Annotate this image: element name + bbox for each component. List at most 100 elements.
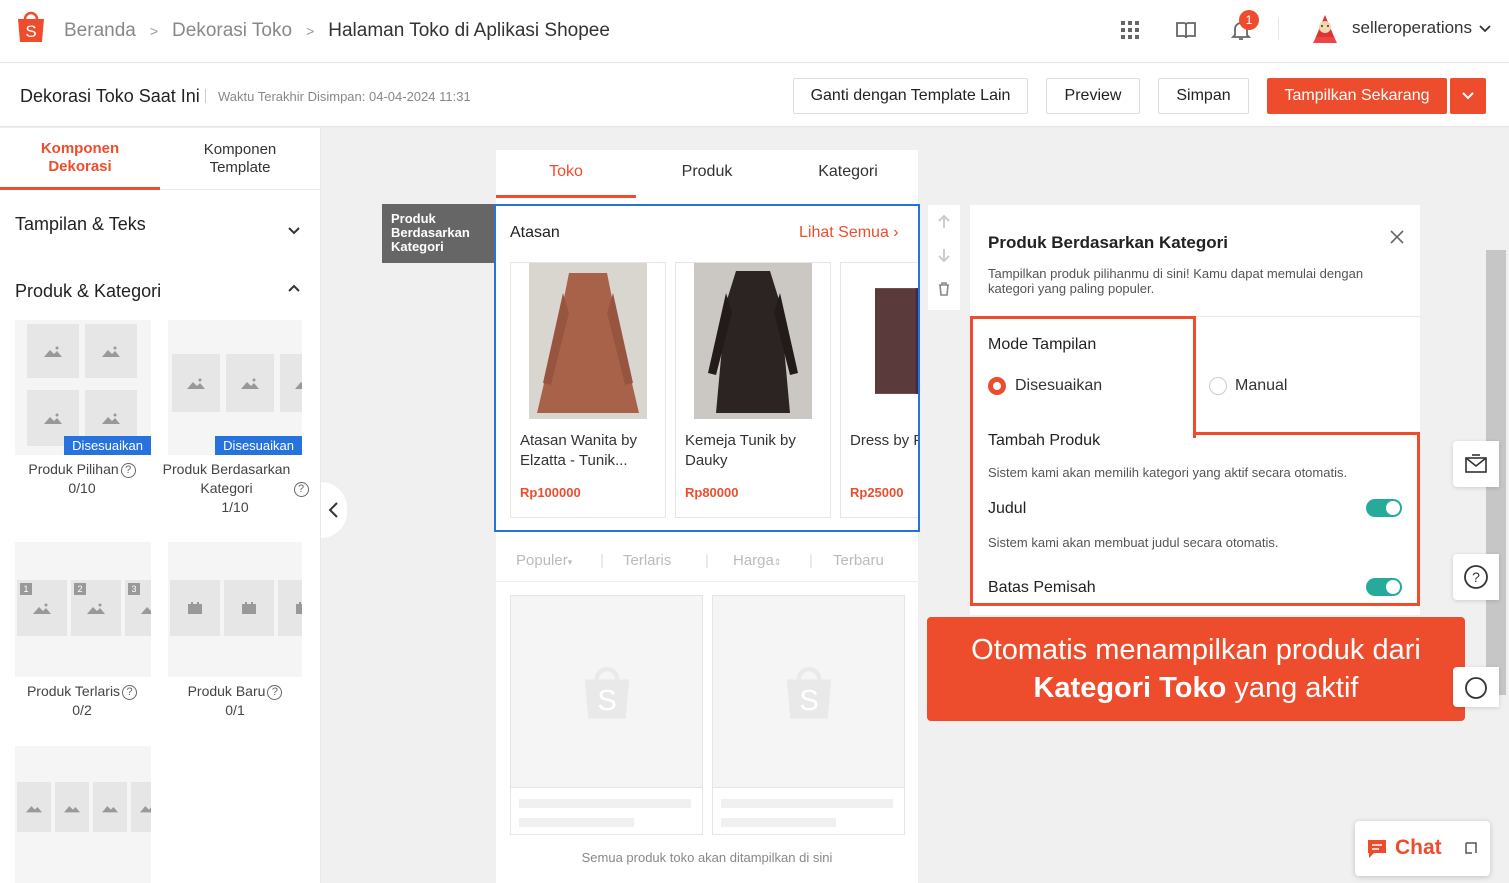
title-desc: Sistem kami akan membuat judul secara ot… xyxy=(988,535,1279,550)
sort-newest[interactable]: Terbaru xyxy=(833,552,884,569)
collapse-panel-button[interactable] xyxy=(321,482,347,538)
svg-text:S: S xyxy=(25,22,36,41)
chevron-down-icon xyxy=(1462,92,1474,100)
component-products-by-category[interactable]: Disesuaikan xyxy=(168,320,302,455)
product-card[interactable]: Atasan Wanita by Elzatta - Tunik... Rp10… xyxy=(510,262,666,518)
section-title: Atasan xyxy=(510,224,560,241)
divider: | xyxy=(705,552,709,569)
radio-manual-label[interactable]: Manual xyxy=(1235,377,1287,395)
callout-rest: yang aktif xyxy=(1234,672,1359,704)
publish-button[interactable]: Tampilkan Sekarang xyxy=(1267,78,1447,114)
publish-dropdown-button[interactable] xyxy=(1450,78,1486,114)
arrow-down-icon[interactable] xyxy=(937,248,951,262)
component-count: 0/2 xyxy=(72,702,92,718)
radio-custom[interactable] xyxy=(988,377,1006,395)
help-icon[interactable]: ? xyxy=(293,481,309,497)
avatar[interactable] xyxy=(1310,13,1340,45)
chat-label: Chat xyxy=(1395,836,1442,859)
save-button[interactable]: Simpan xyxy=(1158,78,1249,114)
close-icon[interactable] xyxy=(1390,230,1404,244)
username[interactable]: selleroperations xyxy=(1352,18,1472,38)
preview-button[interactable]: Preview xyxy=(1046,78,1140,114)
image-placeholder-icon: 1 xyxy=(17,580,67,636)
arrow-up-icon[interactable] xyxy=(937,215,951,229)
divider: | xyxy=(600,552,604,569)
chevron-up-icon[interactable] xyxy=(286,280,302,296)
tab-label: Komponen Template xyxy=(203,140,277,176)
component-controls xyxy=(928,205,960,310)
product-name: Kemeja Tunik by Dauky xyxy=(685,432,796,469)
tab-products[interactable]: Produk xyxy=(637,150,777,198)
product-name: Dress by F 21 xyxy=(850,432,918,449)
selected-component-label: Produk Berdasarkan Kategori xyxy=(382,204,494,263)
title-toggle[interactable] xyxy=(1366,499,1402,517)
see-all-label: Lihat Semua xyxy=(799,224,889,241)
tab-label: Komponen Dekorasi xyxy=(40,139,120,175)
status-badge: Disesuaikan xyxy=(64,436,151,455)
section-products-categories[interactable]: Produk & Kategori xyxy=(15,281,161,302)
sort-label: Harga xyxy=(733,552,774,569)
caret-down-icon: ▾ xyxy=(567,557,573,567)
product-image xyxy=(694,263,812,419)
image-placeholder-icon xyxy=(131,782,151,832)
component-featured-products[interactable]: Disesuaikan xyxy=(15,320,151,455)
sort-filter-bar: Populer▾ | Terlaris | Harga⇕ | Terbaru xyxy=(496,540,918,582)
last-saved-text: Waktu Terakhir Disimpan: 04-04-2024 11:3… xyxy=(218,89,471,104)
chevron-down-icon[interactable] xyxy=(1478,22,1492,36)
help-icon[interactable]: ? xyxy=(122,684,138,700)
breadcrumb: Beranda > Dekorasi Toko > Halaman Toko d… xyxy=(64,20,610,42)
all-products-note: Semua produk toko akan ditampilkan di si… xyxy=(581,850,833,865)
sort-best-seller[interactable]: Terlaris xyxy=(623,552,671,569)
apps-grid-icon[interactable] xyxy=(1118,18,1142,42)
breadcrumb-home[interactable]: Beranda xyxy=(64,20,136,42)
settings-description: Tampilkan produk pilihanmu di sini! Kamu… xyxy=(988,266,1364,296)
divider-toggle[interactable] xyxy=(1366,578,1402,596)
image-placeholder-icon xyxy=(17,782,51,832)
sort-label: Populer xyxy=(516,552,568,569)
support-button[interactable] xyxy=(1453,667,1499,707)
breadcrumb-decoration[interactable]: Dekorasi Toko xyxy=(172,20,292,42)
component-new-products[interactable] xyxy=(168,542,302,677)
book-icon[interactable] xyxy=(1174,18,1198,42)
tab-categories[interactable]: Kategori xyxy=(778,150,918,198)
product-placeholder: S xyxy=(712,595,905,835)
message-button[interactable] xyxy=(1453,441,1499,487)
tab-shop[interactable]: Toko xyxy=(496,150,636,198)
trash-icon[interactable] xyxy=(937,282,951,296)
chevron-down-icon[interactable] xyxy=(286,223,302,239)
help-button[interactable]: ? xyxy=(1453,554,1499,600)
help-icon[interactable]: ? xyxy=(267,684,283,700)
sort-popular[interactable]: Populer▾ xyxy=(516,552,572,569)
component-best-sellers[interactable]: 1 2 3 xyxy=(15,542,151,677)
callout-bold: Kategori Toko xyxy=(1033,672,1227,704)
sort-arrows-icon: ⇕ xyxy=(773,557,782,567)
chevron-left-icon xyxy=(328,502,338,518)
expand-icon[interactable] xyxy=(1464,841,1478,855)
selected-component[interactable]: Atasan Lihat Semua › Atasan Wanita by El… xyxy=(494,204,920,532)
component-label: Produk Berdasarkan Kategori? 1/10 xyxy=(155,460,315,517)
divider: | xyxy=(809,552,813,569)
tab-template-components[interactable]: Komponen Template xyxy=(160,128,320,190)
rank-badge: 1 xyxy=(20,583,32,595)
image-placeholder-icon xyxy=(172,354,220,412)
see-all-link[interactable]: Lihat Semua › xyxy=(799,224,899,242)
tab-decoration-components[interactable]: Komponen Dekorasi xyxy=(0,128,160,190)
section-display-text[interactable]: Tampilan & Teks xyxy=(15,214,146,235)
help-icon[interactable]: ? xyxy=(120,462,136,478)
chat-button[interactable]: Chat xyxy=(1355,821,1490,876)
component-name: Produk Baru xyxy=(187,683,266,699)
component-product-carousel[interactable] xyxy=(15,746,151,883)
product-placeholder: S xyxy=(510,595,703,835)
radio-manual[interactable] xyxy=(1209,377,1227,395)
mode-label: Mode Tampilan xyxy=(988,336,1097,353)
shopee-logo-icon[interactable]: S xyxy=(16,10,46,44)
product-card[interactable]: Dress by F 21 Rp25000 xyxy=(840,262,918,518)
change-template-button[interactable]: Ganti dengan Template Lain xyxy=(793,78,1028,114)
product-card[interactable]: Kemeja Tunik by Dauky Rp80000 xyxy=(675,262,831,518)
sort-price[interactable]: Harga⇕ xyxy=(733,552,781,569)
product-price: Rp80000 xyxy=(685,485,739,500)
add-product-label: Tambah Produk xyxy=(988,432,1101,449)
radio-custom-label[interactable]: Disesuaikan xyxy=(1015,377,1102,395)
shopee-bag-icon: S xyxy=(584,667,630,719)
notification-badge: 1 xyxy=(1239,10,1259,30)
